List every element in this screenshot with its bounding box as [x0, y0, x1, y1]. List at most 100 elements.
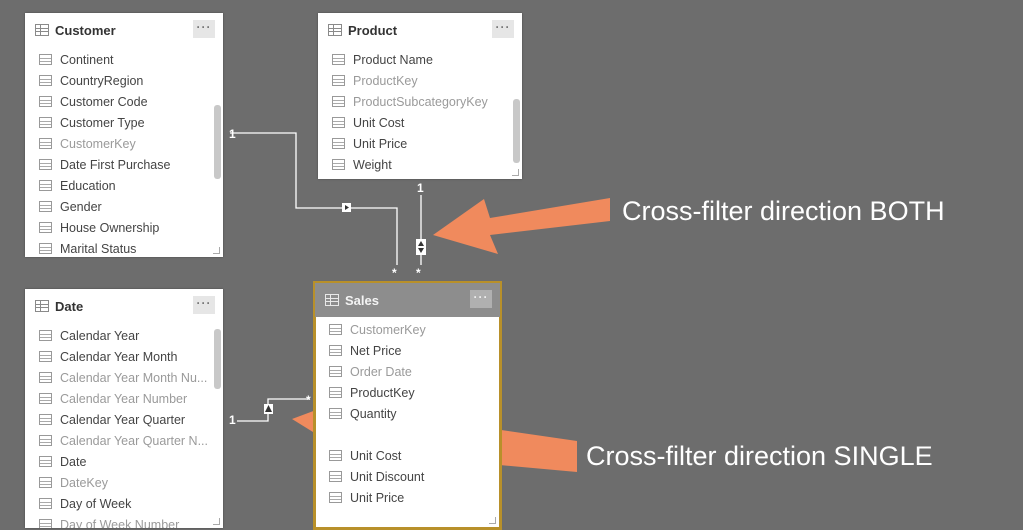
sales-field-label: CustomerKey [350, 322, 426, 337]
sales-field-label: Unit Discount [350, 469, 425, 484]
column-icon [39, 117, 52, 128]
customer-field-label: Gender [60, 199, 102, 214]
customer-scrollbar[interactable] [214, 105, 221, 179]
customer-field-row[interactable]: Continent [25, 49, 223, 70]
product-table-header[interactable]: Product ··· [318, 13, 522, 47]
sales-field-row[interactable]: Order Date [315, 361, 500, 382]
column-icon [332, 138, 345, 149]
customer-field-label: Customer Type [60, 115, 145, 130]
product-more-options-button[interactable]: ··· [492, 20, 514, 38]
sales-field-label: Order Date [350, 364, 412, 379]
customer-more-options-button[interactable]: ··· [193, 20, 215, 38]
sales-more-options-button[interactable]: ··· [470, 290, 492, 308]
resize-grip-icon[interactable] [213, 247, 220, 254]
customer-field-row[interactable]: Marital Status [25, 238, 223, 257]
customer-field-label: House Ownership [60, 220, 160, 235]
sales-field-row[interactable]: CustomerKey [315, 319, 500, 340]
sales-field-row[interactable]: Quantity [315, 403, 500, 424]
sales-field-label: Unit Price [350, 490, 405, 505]
sales-field-list: CustomerKey Net Price Order Date ProductKey… [315, 317, 500, 508]
column-icon [39, 243, 52, 254]
customer-field-row[interactable]: Gender [25, 196, 223, 217]
customer-table-card[interactable]: Customer ··· Continent CountryRegion Custo… [25, 13, 223, 257]
product-table-card[interactable]: Product ··· Product Name ProductKey Produc… [318, 13, 522, 179]
customer-field-row[interactable]: Education [25, 175, 223, 196]
date-field-row[interactable]: Date [25, 451, 223, 472]
customer-field-row[interactable]: CountryRegion [25, 70, 223, 91]
column-icon [39, 456, 52, 467]
column-icon [329, 387, 342, 398]
date-field-label: Calendar Year [60, 328, 140, 343]
customer-field-row[interactable]: CustomerKey [25, 133, 223, 154]
sales-field-row[interactable]: Unit Discount [315, 466, 500, 487]
column-icon [329, 492, 342, 503]
sales-field-label: Net Price [350, 343, 402, 358]
date-field-row[interactable]: Day of Week Number [25, 514, 223, 528]
resize-grip-icon[interactable] [213, 518, 220, 525]
customer-field-label: Customer Code [60, 94, 148, 109]
date-field-row[interactable]: Calendar Year Month [25, 346, 223, 367]
sales-many-label-a: * [392, 266, 397, 280]
product-one-label: 1 [417, 181, 424, 195]
customer-field-label: CountryRegion [60, 73, 144, 88]
date-table-card[interactable]: Date ··· Calendar Year Calendar Year Mont… [25, 289, 223, 528]
column-icon [39, 498, 52, 509]
product-field-row[interactable]: Unit Cost [318, 112, 522, 133]
sales-field-row[interactable] [315, 424, 500, 445]
customer-field-row[interactable]: Customer Type [25, 112, 223, 133]
sales-field-row[interactable]: Unit Price [315, 487, 500, 508]
product-field-row[interactable]: ProductSubcategoryKey [318, 91, 522, 112]
column-icon [39, 159, 52, 170]
sales-table-card[interactable]: Sales ··· CustomerKey Net Price Order Date… [313, 281, 502, 530]
callout-both-text: Cross-filter direction BOTH [622, 196, 945, 226]
column-icon [332, 117, 345, 128]
customer-table-header[interactable]: Customer ··· [25, 13, 223, 47]
column-icon [332, 96, 345, 107]
customer-field-label: Continent [60, 52, 114, 67]
column-icon [329, 471, 342, 482]
column-icon [39, 414, 52, 425]
date-field-label: Calendar Year Quarter N... [60, 433, 208, 448]
date-field-row[interactable]: Calendar Year Quarter [25, 409, 223, 430]
product-field-label: Weight [353, 157, 392, 172]
date-field-row[interactable]: Calendar Year Month Nu... [25, 367, 223, 388]
resize-grip-icon[interactable] [489, 517, 496, 524]
date-field-row[interactable]: DateKey [25, 472, 223, 493]
date-field-row[interactable]: Calendar Year Number [25, 388, 223, 409]
column-icon [329, 450, 342, 461]
column-icon [39, 138, 52, 149]
sales-field-row[interactable]: Unit Cost [315, 445, 500, 466]
column-icon [329, 345, 342, 356]
sales-field-label: ProductKey [350, 385, 415, 400]
product-field-row[interactable]: Unit Price [318, 133, 522, 154]
column-icon [39, 222, 52, 233]
customer-field-row[interactable]: House Ownership [25, 217, 223, 238]
sales-field-row[interactable]: Net Price [315, 340, 500, 361]
date-field-row[interactable]: Day of Week [25, 493, 223, 514]
callout-single-text: Cross-filter direction SINGLE [586, 441, 933, 471]
sales-field-row[interactable]: ProductKey [315, 382, 500, 403]
table-icon [35, 24, 49, 36]
date-more-options-button[interactable]: ··· [193, 296, 215, 314]
date-field-label: Date [60, 454, 87, 469]
customer-field-label: Date First Purchase [60, 157, 171, 172]
customer-field-row[interactable]: Date First Purchase [25, 154, 223, 175]
product-field-row[interactable]: ProductKey [318, 70, 522, 91]
customer-field-row[interactable]: Customer Code [25, 91, 223, 112]
product-field-list: Product Name ProductKey ProductSubcategory… [318, 47, 522, 175]
date-scrollbar[interactable] [214, 329, 221, 389]
product-field-label: Product Name [353, 52, 433, 67]
column-icon [39, 477, 52, 488]
sales-field-label: Quantity [350, 406, 397, 421]
product-field-row[interactable]: Product Name [318, 49, 522, 70]
product-scrollbar[interactable] [513, 99, 520, 163]
sales-table-header[interactable]: Sales ··· [315, 283, 500, 317]
product-field-row[interactable]: Weight [318, 154, 522, 175]
date-field-label: Day of Week [60, 496, 132, 511]
date-table-header[interactable]: Date ··· [25, 289, 223, 323]
column-icon [39, 201, 52, 212]
column-icon [329, 408, 342, 419]
date-field-row[interactable]: Calendar Year [25, 325, 223, 346]
date-field-row[interactable]: Calendar Year Quarter N... [25, 430, 223, 451]
resize-grip-icon[interactable] [512, 169, 519, 176]
